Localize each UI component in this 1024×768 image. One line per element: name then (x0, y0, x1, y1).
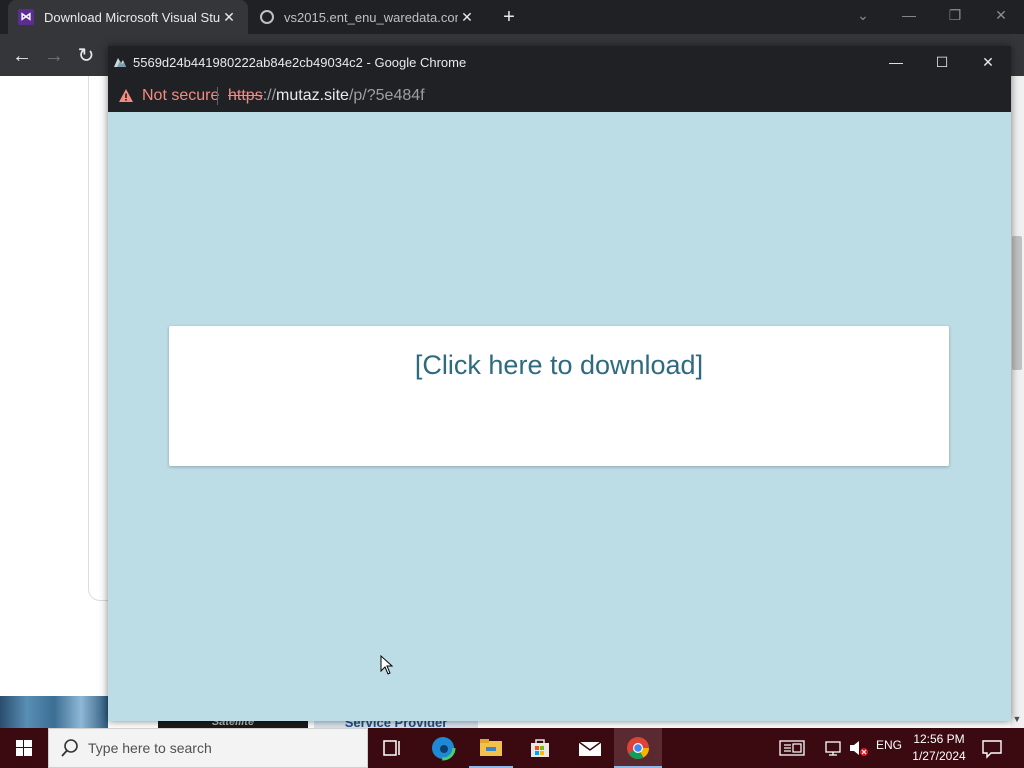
microsoft-store-icon[interactable] (526, 734, 554, 762)
not-secure-label[interactable]: Not secure (142, 87, 219, 105)
address-divider (217, 87, 218, 105)
popup-minimize-button[interactable]: — (873, 46, 919, 78)
mail-icon[interactable] (576, 734, 604, 762)
scrollbar-thumb[interactable] (1012, 236, 1022, 370)
url-scheme: https (228, 87, 263, 104)
clock-time: 12:56 PM (913, 732, 965, 746)
tab-close-icon[interactable]: ✕ (458, 9, 476, 26)
tab-title: vs2015.ent_enu_waredata.com.is (284, 9, 458, 25)
popup-maximize-button[interactable]: ☐ (919, 46, 965, 78)
download-box: [Click here to download] (169, 326, 949, 466)
language-indicator[interactable]: ENG (876, 738, 902, 752)
mouse-cursor-icon (380, 655, 394, 675)
news-widget-icon[interactable] (778, 734, 806, 762)
task-view-icon[interactable] (378, 734, 406, 762)
popup-window: 5569d24b441980222ab84e2cb49034c2 - Googl… (108, 46, 1011, 721)
site-favicon-icon (114, 58, 126, 67)
popup-titlebar[interactable]: 5569d24b441980222ab84e2cb49034c2 - Googl… (108, 46, 1011, 78)
taskbar-clock[interactable]: 12:56 PM 1/27/2024 (906, 731, 972, 765)
taskbar-search-placeholder[interactable]: Type here to search (88, 740, 212, 756)
bg-close-button[interactable]: ✕ (978, 0, 1024, 34)
volume-muted-icon[interactable] (846, 734, 874, 762)
windows-start-icon[interactable] (0, 728, 48, 768)
file-explorer-icon[interactable] (477, 734, 505, 762)
visual-studio-icon: ⋈ (18, 9, 34, 25)
url-path: /p/?5e484f (348, 87, 425, 104)
tab-waredata-iso[interactable]: vs2015.ent_enu_waredata.com.is ✕ (250, 0, 486, 34)
tab-title: Download Microsoft Visual Studi (44, 9, 220, 25)
chrome-icon[interactable] (624, 734, 652, 762)
notifications-icon[interactable] (978, 734, 1006, 762)
edge-icon[interactable] (429, 734, 457, 762)
bg-minimize-button[interactable]: — (886, 0, 932, 34)
download-link[interactable]: [Click here to download] (169, 350, 949, 381)
reload-icon[interactable]: ↻ (74, 44, 98, 68)
tab-search-chevron-icon[interactable]: ⌄ (840, 0, 886, 34)
new-tab-button[interactable]: + (498, 6, 520, 28)
popup-page-content: [Click here to download] (108, 112, 1011, 721)
url-host: mutaz.site (276, 87, 349, 104)
popup-close-button[interactable]: ✕ (965, 46, 1011, 78)
scroll-down-arrow-icon[interactable]: ▼ (1010, 712, 1024, 726)
tab-close-icon[interactable]: ✕ (220, 9, 238, 26)
bg-restore-button[interactable]: ❐ (932, 0, 978, 34)
search-icon (61, 739, 78, 757)
back-arrow-icon[interactable]: ← (10, 44, 34, 68)
background-thumbnails (0, 696, 108, 728)
tab-download-visual-studio[interactable]: ⋈ Download Microsoft Visual Studi ✕ (8, 0, 248, 34)
background-scrollbar[interactable] (1010, 76, 1024, 728)
globe-icon (260, 10, 274, 24)
clock-date: 1/27/2024 (912, 749, 966, 763)
popup-url[interactable]: https://mutaz.site/p/?5e484f (228, 87, 425, 105)
url-separator: :// (262, 87, 277, 104)
forward-arrow-icon[interactable]: → (42, 44, 66, 68)
popup-window-title: 5569d24b441980222ab84e2cb49034c2 - Googl… (133, 55, 467, 70)
warning-icon[interactable] (118, 88, 134, 104)
